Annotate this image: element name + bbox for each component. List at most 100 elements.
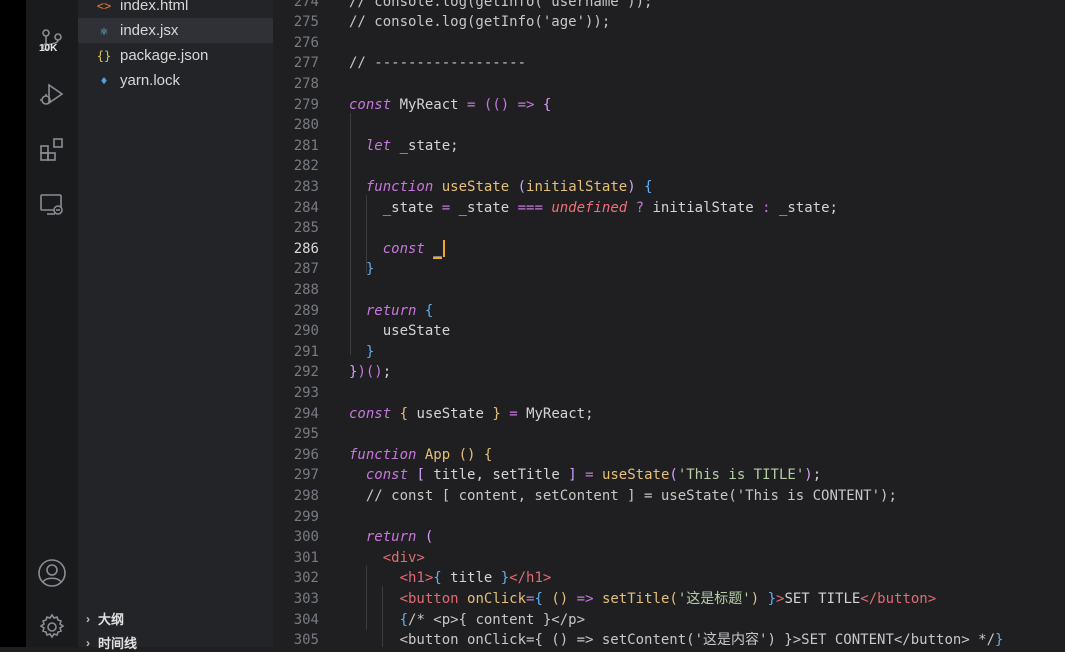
code-token: { [424,302,434,319]
code-token: <button onClick={ () => setContent('这是内容… [399,632,996,647]
code-line: 283 function useState (initialState) { [273,177,1065,198]
code-token: { [483,446,493,463]
line-code: const MyReact = (() => { [349,95,551,116]
code-token: MyReact; [517,405,594,422]
line-code: <div> [349,548,425,569]
code-editor[interactable]: 274// console.log(getInfo('username')); 2… [273,0,1065,647]
code-token: return [365,302,417,319]
code-line: 275 // console.log(getInfo('age')); [273,12,1065,33]
code-line: 282 [273,156,1065,177]
code-token: initialState [526,178,628,195]
line-number: 283 [293,178,319,195]
code-line: 300 return ( [273,527,1065,548]
code-token: ; [382,364,392,381]
settings-gear-icon[interactable] [26,609,78,645]
code-token: </h1> [509,570,552,587]
line-code: } [349,342,374,363]
line-number: 278 [293,75,319,92]
line-number: 280 [293,117,319,134]
line-number: 298 [293,487,319,504]
line-code: })(); [349,362,391,383]
file-item[interactable]: <> index.html [78,0,273,18]
code-token: const [349,405,392,422]
line-number: 281 [293,137,319,154]
line-code: function App () { [349,445,492,466]
code-line: 296 function App () { [273,445,1065,466]
file-name: index.jsx [120,22,179,39]
code-token: const [349,96,392,113]
line-code: function useState (initialState) { [349,177,653,198]
remote-explorer-icon[interactable] [26,186,78,222]
extensions-icon[interactable] [26,131,78,167]
line-number: 296 [293,446,319,463]
code-token: function [365,178,434,195]
code-token: ) [627,178,636,195]
file-type-icon: ♦ [100,73,108,88]
source-control-badge: 10K [39,43,58,54]
line-code: const [ title, setTitle ] = useState('Th… [349,465,821,486]
timeline-section[interactable]: › 时间线 [86,633,137,652]
code-line: 289 return { [273,301,1065,322]
file-item[interactable]: ⚛ index.jsx [78,18,273,43]
code-token: } [995,632,1004,647]
line-number: 293 [293,384,319,401]
file-type-icon: <> [96,0,112,13]
line-code: {/* <p>{ content }</p> [349,610,585,631]
account-icon[interactable] [26,555,78,591]
code-token: ) [357,364,366,381]
line-number: 303 [293,590,319,607]
code-line: 281 let _state; [273,136,1065,157]
code-token: { [399,405,409,422]
line-number: 300 [293,529,319,546]
file-type-icon: ⚛ [100,23,108,38]
file-type-icon: {} [96,48,112,63]
code-token: { [534,590,543,607]
line-number: 284 [293,199,319,216]
explorer-sidebar: <> index.html ⚛ index.jsx {} package.json ♦ yar… [78,0,273,651]
line-number: 279 [293,96,319,113]
code-line: 303 <button onClick={ () => setTitle('这是… [273,589,1065,610]
run-debug-icon[interactable] [26,76,78,112]
line-code: // console.log(getInfo('username')); [349,0,652,12]
code-line: 293 [273,383,1065,404]
code-token: return [365,529,417,546]
code-token: [ [416,467,425,484]
code-token: => [517,96,535,113]
code-token: // console.log(getInfo('age')); [349,14,611,31]
line-code: const _ [349,239,445,260]
line-number: 286 [293,240,319,257]
file-name: yarn.lock [120,72,181,89]
line-code: <h1>{ title }</h1> [349,568,552,589]
outline-section[interactable]: › 大纲 [86,609,124,628]
file-item[interactable]: {} package.json [78,43,273,68]
code-token: { [542,96,552,113]
code-token: } [365,343,375,360]
code-token: // console.log(getInfo('username')); [349,0,653,10]
code-line: 279 const MyReact = (() => { [273,95,1065,116]
line-number: 297 [293,467,319,484]
code-token: => [576,590,594,607]
code-token: : [762,199,771,216]
code-line: 284 _state = _state === undefined ? init… [273,198,1065,219]
code-token: } [492,405,501,422]
line-number: 301 [293,549,319,566]
file-item[interactable]: ♦ yarn.lock [78,68,273,93]
code-line: 304 {/* <p>{ content }</p> [273,610,1065,631]
